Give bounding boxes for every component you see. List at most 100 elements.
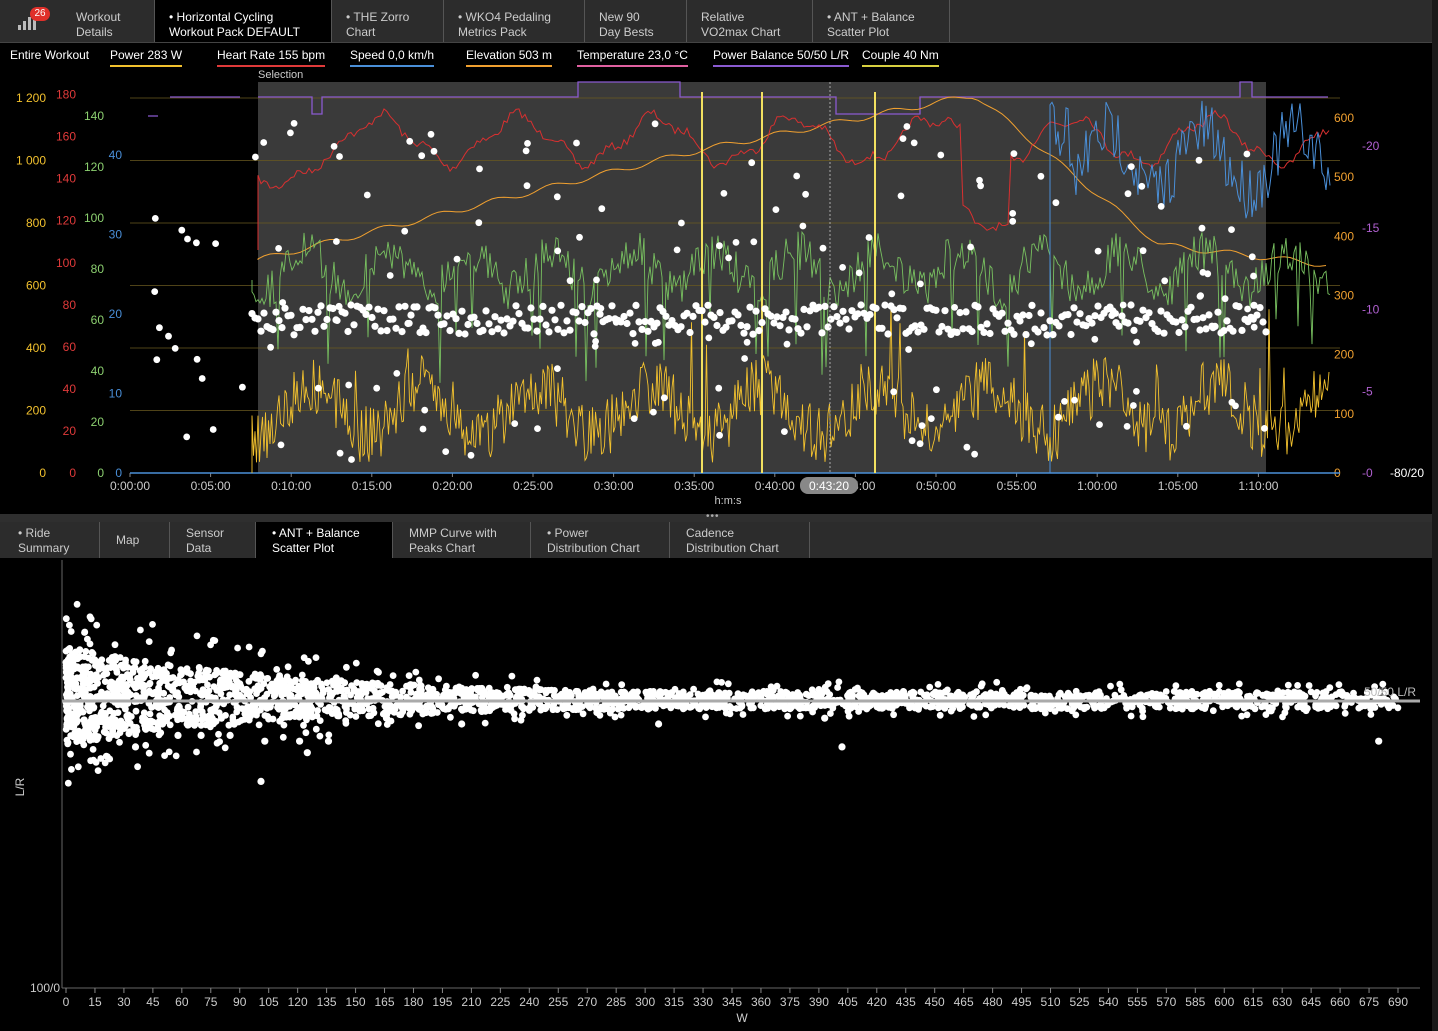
balance-dot [348, 456, 355, 463]
balance-dot [803, 323, 811, 331]
scatter-point [399, 706, 407, 714]
scatter-point [406, 710, 414, 718]
scatter-point [1232, 689, 1239, 696]
scatter-point [232, 687, 239, 695]
workout-time-series-chart[interactable]: Selection02004006008001 0001 20002040608… [0, 66, 1432, 514]
time-axis-tick: 0:10:00 [271, 479, 311, 493]
top-tab-2[interactable]: • Horizontal Cycling Workout Pack DEFAULT [155, 0, 332, 42]
scatter-point [976, 703, 984, 711]
bottom-tab-4[interactable]: • ANT + Balance Scatter Plot [256, 522, 393, 558]
balance-dot [976, 176, 983, 184]
scatter-point [352, 659, 360, 667]
power-axis-tick: 0 [39, 466, 46, 480]
balance-dot [333, 238, 340, 245]
top-tab-3[interactable]: • THE Zorro Chart [332, 0, 444, 42]
legend-speed[interactable]: Speed 0,0 km/h [350, 48, 435, 67]
legend-power[interactable]: Power 283 W [110, 48, 183, 67]
bottom-tab-5[interactable]: MMP Curve with Peaks Chart [393, 522, 531, 558]
balance-dot [1256, 304, 1264, 312]
bottom-tab-7[interactable]: Cadence Distribution Chart [670, 522, 810, 558]
top-tab-1[interactable]: Workout Details [62, 0, 155, 42]
scatter-points [62, 600, 1402, 787]
scatter-point [1282, 704, 1290, 712]
balance-axis-tick: -0 [1362, 466, 1373, 480]
balance-dot [536, 315, 544, 323]
scatter-point [166, 683, 174, 691]
x-tick-label: 330 [693, 995, 713, 1009]
legend-couple[interactable]: Couple 40 Nm [862, 48, 939, 67]
balance-dot [333, 317, 341, 324]
scatter-point [927, 703, 934, 711]
bottom-tab-3[interactable]: Sensor Data [170, 522, 256, 558]
balance-dot [347, 301, 355, 309]
balance-dot [728, 317, 736, 325]
couple-axis-tick: 120 [84, 160, 104, 174]
scatter-point [936, 711, 944, 719]
balance-dot [323, 315, 331, 324]
scatter-point [255, 721, 263, 729]
time-axis-tick: 1:05:00 [1158, 479, 1198, 493]
scatter-point [92, 671, 100, 678]
balance-scatter-chart[interactable]: 0 15 30 45 60 75 90 105 120 135 150 165 180 195 210 225… [0, 558, 1432, 1031]
legend-temperature[interactable]: Temperature 23,0 °C [577, 48, 688, 67]
scatter-point [137, 626, 144, 634]
balance-dot [442, 448, 450, 455]
balance-dot [272, 308, 280, 316]
legend-elevation[interactable]: Elevation 503 m [466, 48, 553, 67]
balance-dot [781, 428, 788, 435]
couple-axis-tick: 100 [84, 211, 104, 225]
balance-dot [701, 318, 709, 326]
heart-rate-axis-tick: 40 [63, 382, 77, 396]
scatter-point [129, 681, 137, 689]
balance-dot [749, 330, 757, 338]
scatter-point [1215, 681, 1223, 689]
scatter-point [415, 722, 422, 730]
balance-dot [383, 327, 391, 335]
balance-dot [971, 450, 978, 458]
balance-dot [524, 324, 532, 332]
scatter-point [197, 731, 205, 740]
scatter-point [67, 711, 75, 718]
balance-dot [800, 305, 808, 313]
balance-dot [783, 340, 791, 348]
balance-dot [836, 319, 844, 327]
scatter-point [266, 703, 274, 711]
tab-label-line2: Scatter Plot [827, 25, 890, 39]
app-logo-button[interactable]: 26 [0, 0, 63, 42]
scatter-point [936, 701, 943, 709]
scatter-point [488, 704, 496, 712]
scatter-point [374, 720, 382, 728]
balance-dot [1123, 423, 1131, 430]
tab-label-line2: Distribution Chart [547, 541, 640, 555]
bottom-tab-2[interactable]: Map [100, 522, 170, 558]
top-tab-4[interactable]: • WKO4 Pedaling Metrics Pack [444, 0, 585, 42]
legend-power-balance[interactable]: Power Balance 50/50 L/R [713, 48, 850, 67]
pane-splitter[interactable]: ••• [0, 511, 1438, 522]
balance-dot [932, 306, 940, 314]
scatter-point [469, 707, 477, 715]
legend-heart-rate[interactable]: Heart Rate 155 bpm [217, 48, 326, 67]
balance-dot [467, 451, 475, 459]
scatter-point [854, 684, 861, 692]
scatter-point [106, 755, 114, 763]
bottom-tab-1[interactable]: • Ride Summary [2, 522, 100, 558]
balance-dot [275, 317, 283, 325]
scatter-point [152, 702, 160, 710]
balance-dot [1235, 303, 1243, 311]
scatter-point [1091, 704, 1098, 712]
range-label[interactable]: Entire Workout [10, 48, 89, 64]
top-tab-5[interactable]: New 90 Day Bests [585, 0, 687, 42]
top-tab-7[interactable]: • ANT + Balance Scatter Plot [813, 0, 950, 42]
tab-label-line2: Chart [346, 25, 376, 39]
balance-dot [1250, 323, 1258, 331]
scatter-point [123, 681, 131, 688]
scatter-point [62, 615, 70, 623]
balance-dot [1025, 311, 1033, 320]
far-right-axis-label: -80/20 [1390, 466, 1424, 480]
bottom-tab-6[interactable]: • Power Distribution Chart [531, 522, 670, 558]
heart-rate-axis-tick: 160 [56, 130, 76, 144]
scatter-point [296, 737, 304, 745]
top-tab-6[interactable]: Relative VO2max Chart [687, 0, 813, 42]
scatter-point [139, 674, 147, 682]
balance-dot [865, 234, 873, 241]
